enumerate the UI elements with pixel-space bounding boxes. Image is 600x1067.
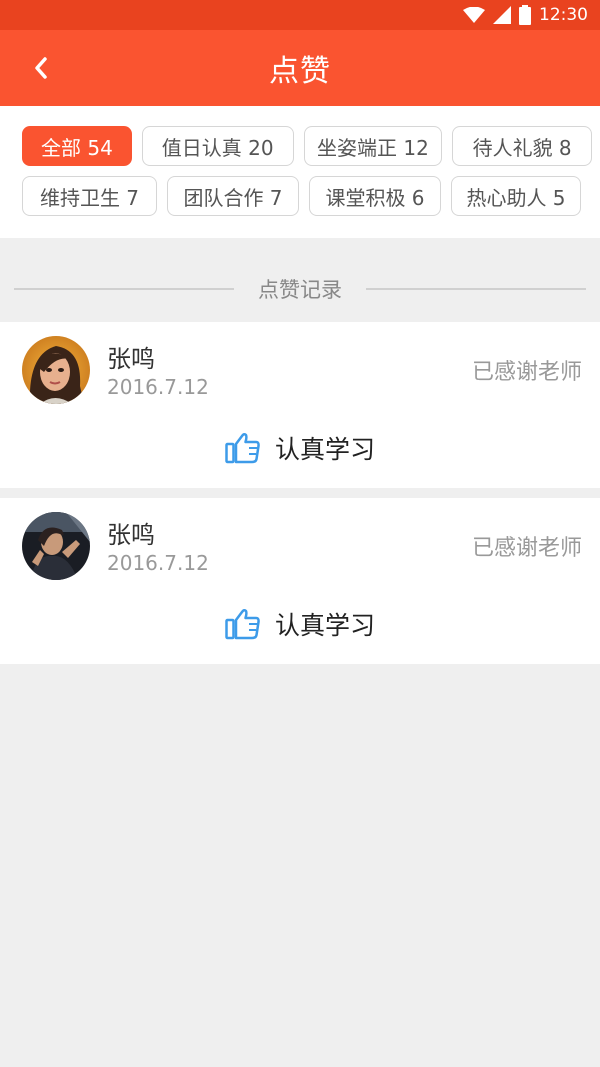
praise-tag: 认真学习 — [0, 430, 600, 466]
record-date: 2016.7.12 — [107, 375, 209, 399]
filter-chip-posture[interactable]: 坐姿端正 12 — [303, 126, 443, 166]
record-item[interactable]: 张鸣 2016.7.12 已感谢老师 认真学习 — [0, 498, 600, 664]
chevron-left-icon — [35, 57, 47, 79]
thumbs-up-icon — [225, 608, 260, 640]
filter-chip-active[interactable]: 课堂积极 6 — [309, 176, 441, 216]
avatar[interactable] — [22, 512, 90, 580]
praise-label: 认真学习 — [274, 435, 375, 464]
filter-row-2: 维持卫生 7 团队合作 7 课堂积极 6 热心助人 5 — [22, 176, 592, 216]
praise-label: 认真学习 — [274, 611, 375, 640]
section-divider: 点赞记录 — [0, 238, 600, 322]
wifi-icon — [463, 7, 485, 23]
section-title: 点赞记录 — [258, 278, 342, 302]
avatar[interactable] — [22, 336, 90, 404]
divider-line-right — [366, 288, 586, 290]
filter-row-1: 全部 54 值日认真 20 坐姿端正 12 待人礼貌 8 — [22, 126, 592, 166]
cellular-icon — [493, 6, 511, 24]
record-name: 张鸣 — [107, 521, 155, 549]
nav-bar: 点赞 — [0, 30, 600, 106]
record-name: 张鸣 — [107, 345, 155, 373]
thumbs-up-icon — [225, 432, 260, 464]
record-status: 已感谢老师 — [471, 536, 582, 561]
filter-chip-all[interactable]: 全部 54 — [22, 126, 132, 166]
filter-chip-duty[interactable]: 值日认真 20 — [141, 126, 294, 166]
praise-tag: 认真学习 — [0, 606, 600, 642]
record-item[interactable]: 张鸣 2016.7.12 已感谢老师 认真学习 — [0, 322, 600, 488]
back-button[interactable] — [22, 50, 58, 86]
filter-chip-hygiene[interactable]: 维持卫生 7 — [22, 176, 157, 216]
status-bar: 12:30 — [0, 0, 600, 30]
battery-icon — [519, 5, 531, 25]
record-date: 2016.7.12 — [107, 551, 209, 575]
status-time: 12:30 — [539, 5, 588, 25]
filter-chip-teamwork[interactable]: 团队合作 7 — [167, 176, 299, 216]
divider-line-left — [14, 288, 234, 290]
record-status: 已感谢老师 — [471, 360, 582, 385]
page-title: 点赞 — [269, 54, 331, 89]
filter-panel: 全部 54 值日认真 20 坐姿端正 12 待人礼貌 8 维持卫生 7 团队合作… — [0, 106, 600, 238]
filter-chip-helpful[interactable]: 热心助人 5 — [451, 176, 581, 216]
filter-chip-polite[interactable]: 待人礼貌 8 — [452, 126, 592, 166]
